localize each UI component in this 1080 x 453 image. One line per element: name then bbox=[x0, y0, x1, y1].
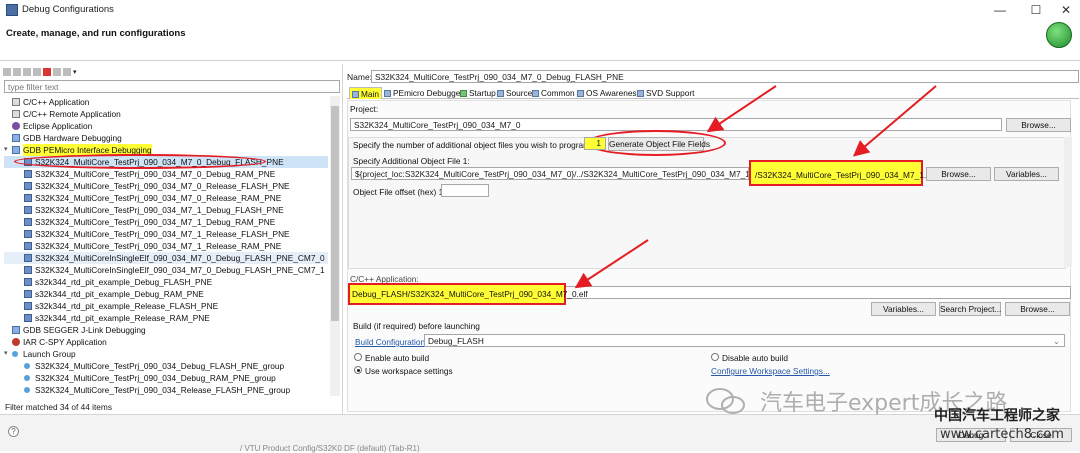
dialog-footer bbox=[0, 414, 1080, 451]
annotation-arrow bbox=[852, 85, 937, 157]
annotation-arrow bbox=[706, 85, 777, 133]
annotation-arrows bbox=[574, 85, 937, 289]
help-icon[interactable]: ? bbox=[8, 426, 19, 437]
watermark-brand: 中国汽车工程师之家 bbox=[934, 408, 1060, 424]
background-window-fragment: / VTU Product Config/S32K0 DF (default) … bbox=[240, 444, 420, 453]
wechat-logo-icon bbox=[706, 388, 745, 414]
watermark-url: www.cartech8.com bbox=[940, 427, 1064, 442]
annotation-arrow bbox=[574, 239, 649, 289]
